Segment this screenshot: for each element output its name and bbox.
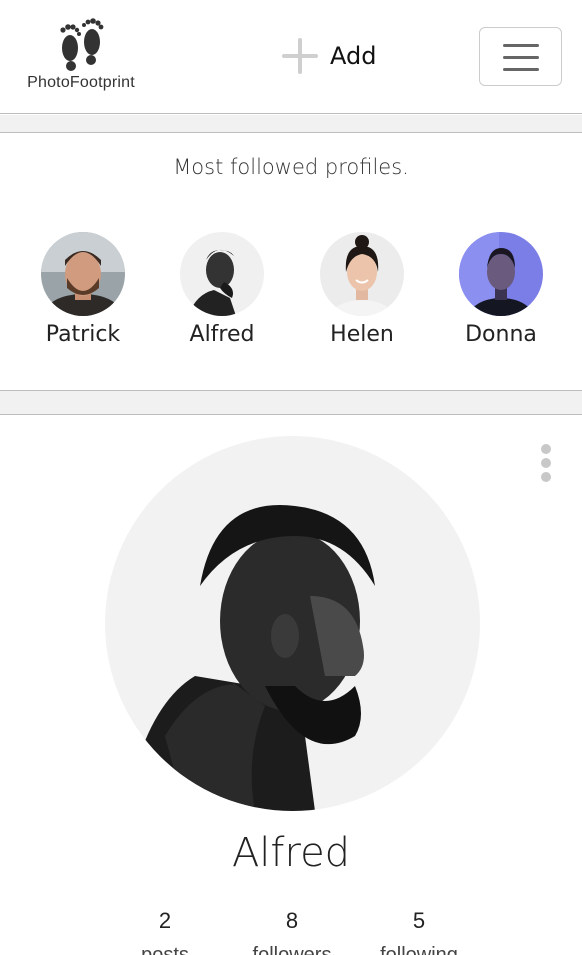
stat-label: followers bbox=[252, 944, 332, 955]
most-followed-section: Most followed profiles. Patrick Alfred H… bbox=[0, 133, 582, 390]
profile-name: Donna bbox=[465, 322, 537, 347]
menu-line bbox=[503, 56, 539, 59]
stat-value: 5 bbox=[412, 908, 426, 933]
avatar bbox=[459, 232, 543, 316]
more-options-icon[interactable] bbox=[535, 444, 557, 484]
divider-band bbox=[0, 115, 582, 133]
stat-value: 2 bbox=[158, 908, 172, 933]
add-label: Add bbox=[330, 42, 377, 70]
logo[interactable]: PhotoFootprint bbox=[22, 18, 140, 98]
profile-item-helen[interactable]: Helen bbox=[307, 232, 417, 347]
add-button[interactable]: Add bbox=[282, 36, 376, 76]
profile-name-heading: Alfred bbox=[231, 830, 351, 876]
logo-text: PhotoFootprint bbox=[27, 74, 135, 91]
menu-line bbox=[503, 44, 539, 47]
stat-label: posts bbox=[141, 944, 189, 955]
profile-item-patrick[interactable]: Patrick bbox=[28, 232, 138, 347]
profile-item-alfred[interactable]: Alfred bbox=[167, 232, 277, 347]
stat-posts[interactable]: 2 posts bbox=[100, 908, 230, 955]
top-navbar: PhotoFootprint Add bbox=[0, 0, 582, 114]
avatar bbox=[320, 232, 404, 316]
stat-value: 8 bbox=[285, 908, 299, 933]
profile-name: Patrick bbox=[45, 322, 121, 347]
avatar bbox=[41, 232, 125, 316]
stat-label: following bbox=[380, 944, 458, 955]
stat-followers[interactable]: 8 followers bbox=[227, 908, 357, 955]
profile-photo bbox=[105, 436, 480, 811]
divider-band bbox=[0, 390, 582, 415]
profile-name: Helen bbox=[330, 322, 394, 347]
plus-icon bbox=[282, 38, 318, 74]
profile-name: Alfred bbox=[189, 322, 255, 347]
footprint-icon bbox=[60, 18, 104, 71]
avatar bbox=[180, 232, 264, 316]
hamburger-menu-button[interactable] bbox=[479, 27, 562, 86]
section-title: Most followed profiles. bbox=[173, 155, 409, 179]
stat-following[interactable]: 5 following bbox=[354, 908, 484, 955]
menu-line bbox=[503, 68, 539, 71]
profile-card: Alfred 2 posts 8 followers 5 following bbox=[0, 416, 582, 955]
profile-item-donna[interactable]: Donna bbox=[446, 232, 556, 347]
